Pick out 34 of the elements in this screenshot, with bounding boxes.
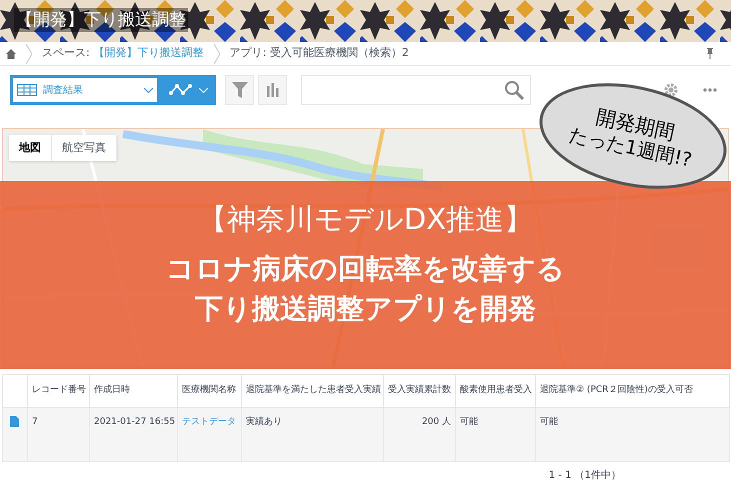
pagination-text: 1 - 1 （1件中）: [548, 468, 621, 483]
chart-button[interactable]: [258, 75, 287, 105]
chevron-right-icon: [214, 44, 220, 64]
column-header[interactable]: 退院基準を満たした患者受入実績: [242, 374, 384, 408]
table-cell: 200 人: [422, 417, 451, 427]
table-cell: 実績あり: [246, 417, 282, 427]
home-icon[interactable]: [6, 48, 16, 58]
banner-headline: 下り搬送調整アプリを開発: [195, 291, 536, 327]
breadcrumb-label: スペース:: [42, 45, 90, 62]
table-icon: [17, 84, 37, 96]
chevron-down-icon: [144, 88, 153, 92]
search-icon: [504, 80, 524, 100]
map-tab[interactable]: 地図: [9, 135, 52, 161]
pin-icon[interactable]: [707, 48, 713, 59]
banner-heading: 【神奈川モデルDX推進】: [198, 201, 534, 238]
search-field[interactable]: [301, 75, 531, 105]
filter-button[interactable]: [225, 75, 254, 105]
banner-headline: コロナ病床の回転率を改善する: [166, 251, 565, 287]
column-header[interactable]: 退院基準② (PCR２回陰性)の受入可否: [536, 374, 730, 408]
chevron-right-icon: [26, 44, 32, 64]
table-cell: 2021-01-27 16:55: [94, 417, 176, 427]
more-icon[interactable]: [703, 88, 717, 92]
breadcrumb-item: アプリ: 受入可能医療機関（検索）2: [230, 45, 409, 62]
chevron-down-icon: [198, 88, 208, 92]
graph-button[interactable]: [160, 75, 216, 105]
filter-icon: [232, 82, 248, 98]
map-tab[interactable]: 航空写真: [52, 135, 117, 161]
settings-icon[interactable]: [663, 82, 679, 98]
table-cell: 可能: [460, 417, 478, 427]
table-cell: 可能: [540, 417, 558, 427]
bar-chart-icon: [266, 83, 278, 97]
table-cell: 7: [32, 417, 38, 427]
line-chart-icon: [168, 83, 192, 97]
document-icon[interactable]: [10, 416, 19, 427]
